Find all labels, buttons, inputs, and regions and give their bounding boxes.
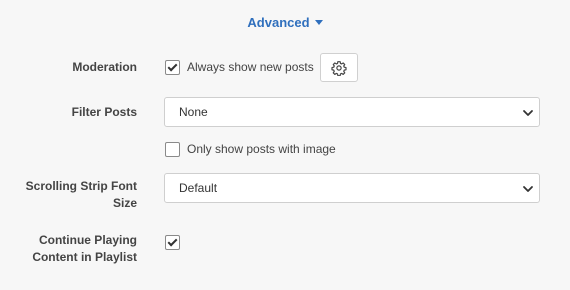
- always-show-new-posts-checkbox[interactable]: [165, 60, 180, 75]
- moderation-settings-button[interactable]: [320, 53, 358, 82]
- advanced-toggle[interactable]: Advanced: [0, 14, 570, 32]
- gear-icon: [331, 60, 347, 76]
- chevron-down-icon: [523, 110, 533, 116]
- only-posts-with-image-label: Only show posts with image: [187, 142, 336, 156]
- advanced-settings-panel: Advanced Moderation Always show new post…: [0, 0, 570, 290]
- font-size-label: Scrolling Strip Font Size: [26, 178, 137, 212]
- continue-playing-checkbox[interactable]: [165, 235, 180, 250]
- advanced-toggle-label: Advanced: [247, 15, 310, 30]
- caret-down-icon: [314, 20, 323, 26]
- font-size-select[interactable]: Default: [164, 173, 540, 203]
- continue-playing-label-line1: Continue Playing: [38, 233, 137, 247]
- font-size-label-line2: Size: [112, 196, 137, 210]
- moderation-label: Moderation: [72, 60, 137, 74]
- always-show-new-posts-label: Always show new posts: [187, 60, 314, 74]
- continue-playing-label-line2: Content in Playlist: [32, 250, 137, 264]
- font-size-selected-value: Default: [179, 181, 218, 195]
- continue-playing-label: Continue Playing Content in Playlist: [32, 232, 137, 266]
- filter-posts-select[interactable]: None: [164, 97, 540, 127]
- filter-posts-selected-value: None: [179, 105, 208, 119]
- chevron-down-icon: [523, 186, 533, 192]
- only-posts-with-image-checkbox[interactable]: [165, 142, 180, 157]
- font-size-label-line1: Scrolling Strip Font: [25, 179, 137, 193]
- filter-posts-label: Filter Posts: [71, 105, 137, 119]
